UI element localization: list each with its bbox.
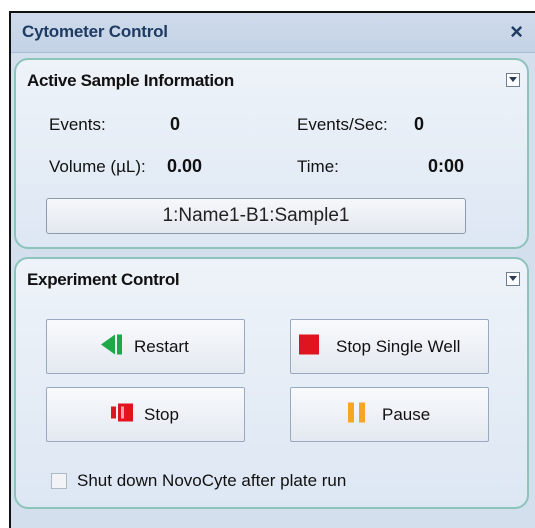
restart-label: Restart	[134, 336, 189, 356]
collapse-experiment-control-icon[interactable]	[506, 272, 520, 286]
pause-button[interactable]: Pause	[290, 387, 489, 442]
stop-label: Stop	[144, 404, 179, 424]
events-per-sec-value: 0	[414, 114, 425, 134]
time-value: 0:00	[428, 156, 465, 176]
stop-button[interactable]: Stop	[46, 387, 245, 442]
stop-single-well-label: Stop Single Well	[336, 336, 461, 356]
active-sample-title: Active Sample Information	[27, 71, 234, 90]
events-value: 0	[170, 114, 181, 134]
panel-titlebar: Cytometer Control ×	[11, 13, 535, 53]
restart-icon	[101, 334, 123, 359]
collapse-active-sample-icon[interactable]	[506, 73, 520, 87]
shutdown-checkbox-label: Shut down NovoCyte after plate run	[77, 471, 347, 490]
experiment-control-group: Experiment Control Restart Stop Single W…	[14, 257, 529, 509]
stop-single-well-icon	[299, 334, 319, 359]
events-per-sec-label: Events/Sec:	[297, 115, 388, 134]
active-sample-group: Active Sample Information Events: 0 Even…	[14, 58, 529, 249]
panel-title: Cytometer Control	[22, 22, 168, 41]
shutdown-checkbox[interactable]	[51, 473, 67, 489]
volume-value: 0.00	[167, 156, 203, 176]
time-label: Time:	[297, 157, 339, 176]
pause-label: Pause	[382, 404, 431, 424]
close-icon[interactable]: ×	[510, 19, 523, 45]
volume-label: Volume (µL):	[49, 157, 146, 176]
stop-single-well-button[interactable]: Stop Single Well	[290, 319, 489, 374]
cytometer-control-panel: Cytometer Control × Active Sample Inform…	[9, 11, 535, 528]
pause-icon	[348, 402, 366, 427]
events-label: Events:	[49, 115, 106, 134]
stop-icon	[111, 403, 133, 426]
restart-button[interactable]: Restart	[46, 319, 245, 374]
active-sample-button[interactable]: 1:Name1-B1:Sample1	[46, 198, 466, 234]
experiment-control-title: Experiment Control	[27, 270, 180, 289]
